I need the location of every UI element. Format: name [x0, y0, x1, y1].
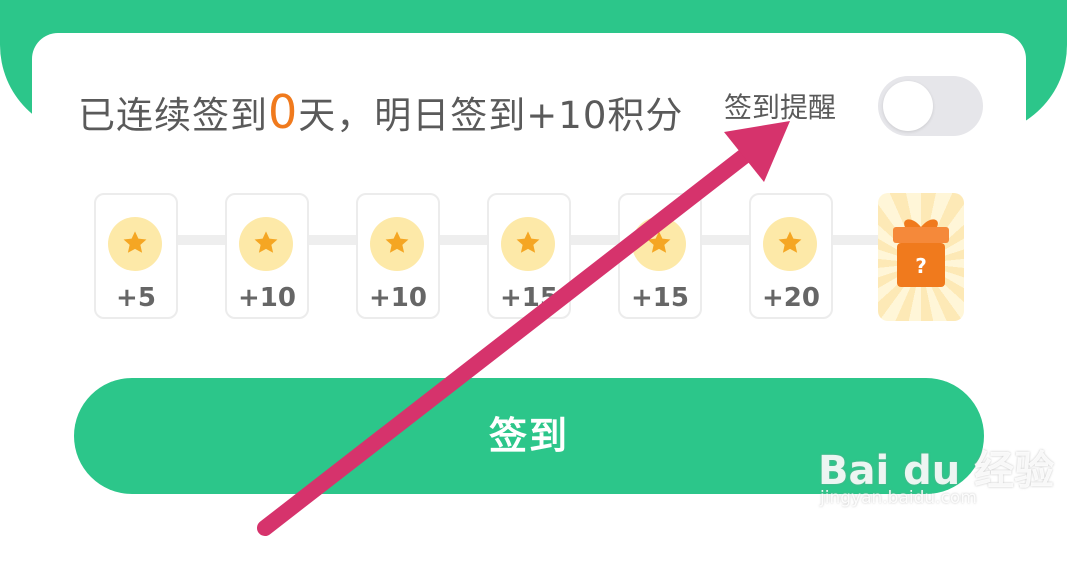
mystery-gift-icon: ? — [893, 219, 949, 287]
star-coin-icon — [763, 217, 817, 271]
day-card-2: +10 — [225, 193, 309, 319]
day-points: +5 — [116, 283, 156, 313]
star-coin-icon — [501, 217, 555, 271]
star-coin-icon — [632, 217, 686, 271]
toggle-knob — [883, 81, 933, 131]
day-card-5: +15 — [618, 193, 702, 319]
reminder-toggle[interactable] — [878, 76, 983, 136]
day-card-1: +5 — [94, 193, 178, 319]
day-card-3: +10 — [356, 193, 440, 319]
day-points: +15 — [631, 283, 689, 313]
streak-prefix: 已连续签到 — [78, 94, 268, 137]
day-points: +20 — [762, 283, 820, 313]
star-coin-icon — [239, 217, 293, 271]
mystery-gift-day: ? — [878, 193, 964, 321]
streak-suffix: 天，明日签到+10积分 — [298, 94, 684, 137]
day-points: +15 — [500, 283, 558, 313]
gift-question-mark: ? — [915, 254, 927, 278]
baidu-watermark: Bai du 经验 jingyan.baidu.com — [818, 424, 1054, 519]
streak-day-count: 0 — [268, 85, 299, 139]
reminder-label: 签到提醒 — [724, 91, 837, 124]
day-card-6: +20 — [749, 193, 833, 319]
watermark-url: jingyan.baidu.com — [820, 488, 977, 508]
day-points: +10 — [369, 283, 427, 313]
day-card-4: +15 — [487, 193, 571, 319]
star-coin-icon — [370, 217, 424, 271]
day-points: +10 — [238, 283, 296, 313]
star-coin-icon — [108, 217, 162, 271]
streak-summary: 已连续签到0天，明日签到+10积分 — [78, 84, 683, 140]
